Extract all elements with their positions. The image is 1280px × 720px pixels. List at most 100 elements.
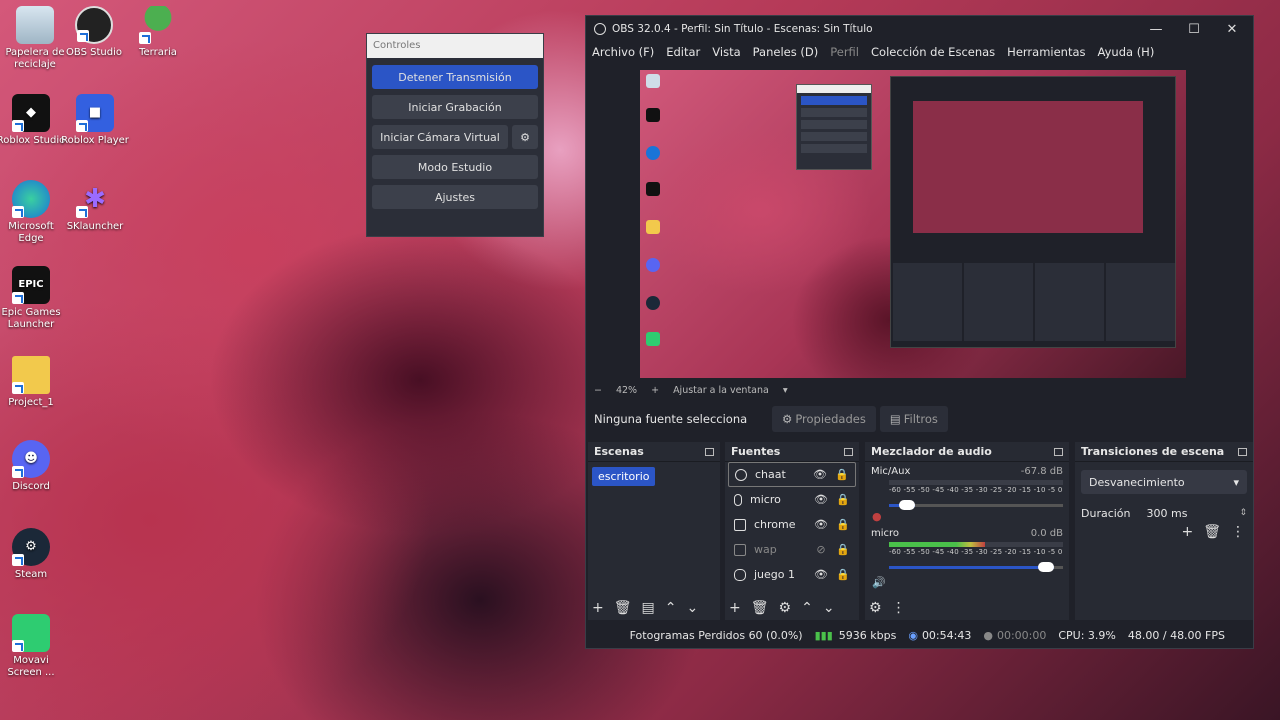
advanced-audio-icon[interactable]: ⚙ (869, 600, 882, 616)
preview-desktop-icon (646, 182, 660, 196)
trash-icon[interactable]: 🗑 (751, 600, 769, 616)
zoom-in-button[interactable]: + (651, 385, 659, 396)
close-icon[interactable]: ✕ (1218, 20, 1246, 38)
folder-icon (12, 356, 50, 394)
eye-icon[interactable]: 👁 (813, 468, 827, 481)
menu-help[interactable]: Ayuda (H) (1098, 45, 1155, 59)
desktop-icon-label: Discord (12, 481, 50, 492)
desktop-icon-epic-games[interactable]: EPIC Epic Games Launcher (0, 266, 66, 331)
meter-scale: -60 -55 -50 -45 -40 -35 -30 -25 -20 -15 … (889, 548, 1063, 556)
eye-icon[interactable]: 👁 (814, 568, 828, 581)
scene-item[interactable]: escritorio (592, 467, 656, 486)
epic-games-icon: EPIC (12, 266, 50, 304)
lock-icon[interactable]: 🔒 (836, 518, 850, 531)
add-icon[interactable]: + (592, 600, 604, 616)
properties-button[interactable]: ⚙ Propiedades (772, 406, 876, 432)
menu-edit[interactable]: Editar (666, 45, 700, 59)
zoom-level: 42% (615, 384, 638, 396)
gear-icon[interactable]: ⚙ (779, 600, 792, 616)
menu-file[interactable]: Archivo (F) (592, 45, 654, 59)
more-icon[interactable]: ⋮ (1231, 524, 1245, 540)
arrow-up-icon[interactable]: ⌃ (665, 600, 677, 616)
muted-speaker-icon[interactable]: ● (872, 510, 882, 523)
lock-icon[interactable]: 🔒 (836, 568, 850, 581)
menu-docks[interactable]: Paneles (D) (753, 45, 819, 59)
fit-to-window-label: Ajustar a la ventana (673, 384, 769, 396)
desktop-icon-project[interactable]: Project_1 (0, 356, 66, 409)
minimize-icon[interactable]: — (1142, 20, 1170, 38)
add-icon[interactable]: + (1181, 524, 1193, 540)
preview-desktop-icon (646, 74, 660, 88)
stepper-icon[interactable]: ⇕ (1239, 508, 1247, 518)
source-row[interactable]: chrome 👁 🔒 (728, 512, 856, 537)
desktop-icon-label: Roblox Studio (0, 135, 66, 146)
desktop-icon-terraria[interactable]: Terraria (123, 6, 193, 59)
undock-icon[interactable] (844, 447, 853, 456)
source-row[interactable]: wap ⊘ 🔒 (728, 537, 856, 562)
eye-icon[interactable]: 👁 (814, 493, 828, 506)
studio-mode-button[interactable]: Modo Estudio (372, 155, 538, 179)
undock-icon[interactable] (1054, 447, 1063, 456)
menu-profile[interactable]: Perfil (830, 45, 859, 59)
obs-window: OBS 32.0.4 - Perfil: Sin Título - Escena… (585, 15, 1254, 649)
desktop-icon-steam[interactable]: ⚙ Steam (0, 528, 66, 581)
desktop-icon-sklauncher[interactable]: ✱ SKlauncher (60, 180, 130, 233)
eye-hidden-icon[interactable]: ⊘ (814, 543, 828, 556)
lock-icon[interactable]: 🔒 (836, 543, 850, 556)
start-virtual-cam-button[interactable]: Iniciar Cámara Virtual (372, 125, 508, 149)
source-row[interactable]: juego 1 👁 🔒 (728, 562, 856, 587)
desktop-icon-obs[interactable]: OBS Studio (59, 6, 129, 59)
volume-slider[interactable] (889, 498, 1063, 512)
filters-button[interactable]: ▤ Filtros (879, 406, 948, 432)
menu-scene-collection[interactable]: Colección de Escenas (871, 45, 995, 59)
desktop-icon-edge[interactable]: Microsoft Edge (0, 180, 66, 245)
lock-icon[interactable]: 🔒 (836, 493, 850, 506)
trash-icon[interactable]: 🗑 (614, 600, 632, 616)
lock-icon[interactable]: 🔒 (835, 468, 849, 481)
desktop-icon-roblox-studio[interactable]: ◆ Roblox Studio (0, 94, 66, 147)
menu-tools[interactable]: Herramientas (1007, 45, 1085, 59)
chevron-down-icon[interactable]: ▾ (783, 385, 788, 396)
audio-mixer-dock: Mezclador de audio Mic/Aux -67.8 dB -60 -… (865, 442, 1069, 620)
zoom-out-button[interactable]: − (594, 385, 602, 396)
arrow-down-icon[interactable]: ⌄ (823, 600, 835, 616)
channel-db: -67.8 dB (1020, 466, 1063, 477)
channel-db: 0.0 dB (1030, 528, 1063, 539)
filter-icon[interactable]: ▤ (642, 600, 655, 616)
signal-icon: ▮▮▮ (814, 628, 833, 642)
arrow-down-icon[interactable]: ⌄ (686, 600, 698, 616)
source-row[interactable]: micro 👁 🔒 (728, 487, 856, 512)
desktop-icon-movavi[interactable]: Movavi Screen ... (0, 614, 66, 679)
transition-select[interactable]: Desvanecimiento ▾ (1081, 470, 1247, 494)
mixer-channel-micro: micro 0.0 dB -60 -55 -50 -45 -40 -35 -30 … (865, 524, 1069, 589)
volume-slider[interactable] (889, 560, 1063, 574)
arrow-up-icon[interactable]: ⌃ (801, 600, 813, 616)
steam-icon: ⚙ (12, 528, 50, 566)
more-icon[interactable]: ⋮ (892, 600, 906, 616)
undock-icon[interactable] (1238, 447, 1247, 456)
menu-view[interactable]: Vista (712, 45, 740, 59)
trash-icon[interactable]: 🗑 (1203, 524, 1221, 540)
record-time: 00:00:00 (996, 628, 1047, 642)
source-row[interactable]: chaat 👁 🔒 (728, 462, 856, 487)
desktop-icon-discord[interactable]: ☻ Discord (0, 440, 66, 493)
desktop-icon-label: Epic Games Launcher (1, 307, 61, 330)
controls-window-title: Controles (367, 34, 543, 58)
duration-input[interactable]: 300 ms (1140, 502, 1232, 524)
add-icon[interactable]: + (729, 600, 741, 616)
speaker-icon[interactable]: 🔊 (872, 576, 886, 589)
zoom-bar: − 42% + Ajustar a la ventana ▾ (594, 382, 802, 398)
obs-logo-icon (594, 22, 606, 35)
eye-icon[interactable]: 👁 (814, 518, 828, 531)
start-recording-button[interactable]: Iniciar Grabación (372, 95, 538, 119)
preview-canvas[interactable] (640, 70, 1186, 378)
stop-stream-button[interactable]: Detener Transmisión (372, 65, 538, 89)
scenes-toolbar: + 🗑 ▤ ⌃ ⌄ (592, 600, 698, 616)
channel-name: Mic/Aux (871, 466, 911, 477)
volume-meter (889, 542, 1063, 547)
maximize-icon[interactable]: ☐ (1180, 20, 1208, 38)
undock-icon[interactable] (705, 447, 714, 456)
settings-button[interactable]: Ajustes (372, 185, 538, 209)
desktop-icon-roblox-player[interactable]: ■ Roblox Player (60, 94, 130, 147)
virtual-cam-settings-icon[interactable]: ⚙ (512, 125, 538, 149)
